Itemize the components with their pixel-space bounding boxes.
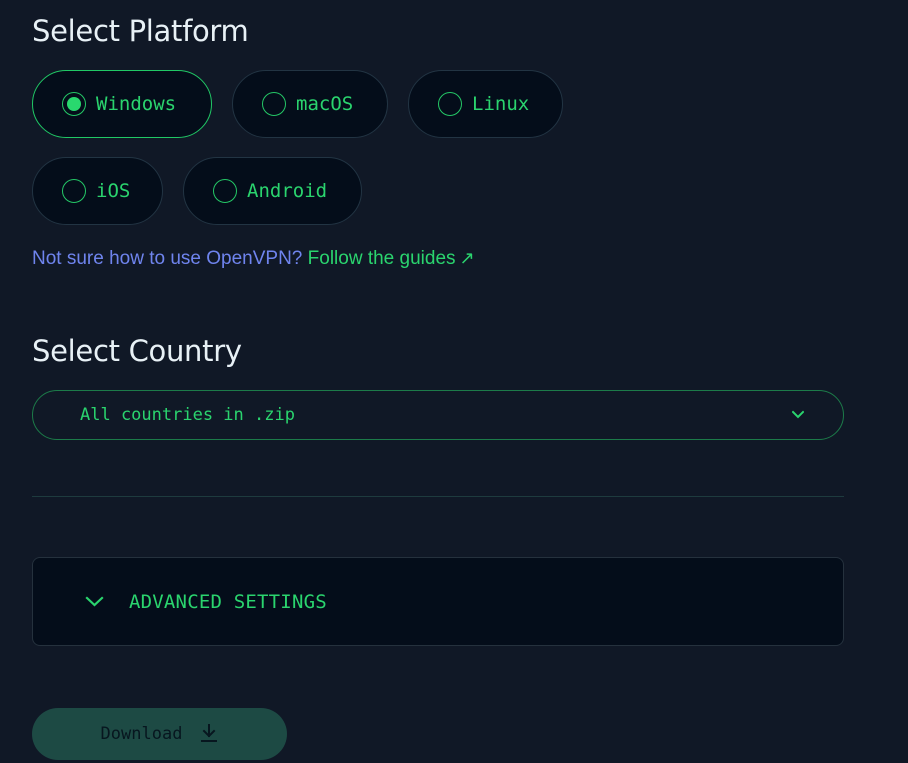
download-icon [201,723,218,742]
radio-icon[interactable] [62,179,86,203]
chevron-down-icon [792,410,804,419]
platform-option-label: iOS [96,180,131,202]
advanced-settings-toggle[interactable]: ADVANCED SETTINGS [32,557,844,646]
follow-guides-link-label: Follow the guides [307,248,456,269]
country-select[interactable]: All countries in .zip [32,390,844,440]
select-country-title: Select Country [32,334,242,368]
radio-icon[interactable] [213,179,237,203]
radio-icon[interactable] [262,92,286,116]
platform-option-label: Android [247,180,328,202]
platform-option-ios[interactable]: iOS [32,157,163,225]
chevron-down-icon [85,595,104,607]
follow-guides-link[interactable]: Follow the guides ↗ [308,248,475,269]
select-platform-title: Select Platform [32,14,249,48]
download-button[interactable]: Download [32,708,287,760]
advanced-settings-label: ADVANCED SETTINGS [129,590,327,613]
platform-option-linux[interactable]: Linux [408,70,563,138]
platform-option-macos[interactable]: macOS [232,70,388,138]
openvpn-help-line: Not sure how to use OpenVPN? Follow the … [32,248,475,270]
external-link-icon: ↗ [459,248,475,268]
platform-option-label: macOS [296,93,354,115]
section-divider [32,496,844,497]
country-selected-value: All countries in .zip [80,405,295,425]
platform-option-windows[interactable]: Windows [32,70,212,138]
platform-option-label: Windows [96,93,177,115]
radio-selected-dot [67,97,81,111]
platform-option-label: Linux [472,93,530,115]
radio-icon[interactable] [438,92,462,116]
openvpn-help-text: Not sure how to use OpenVPN? [32,248,303,269]
radio-selected-icon[interactable] [62,92,86,116]
download-config-page: Select Platform Windows macOS Linux iOS … [0,0,908,763]
platform-option-android[interactable]: Android [183,157,362,225]
download-button-label: Download [100,724,183,744]
